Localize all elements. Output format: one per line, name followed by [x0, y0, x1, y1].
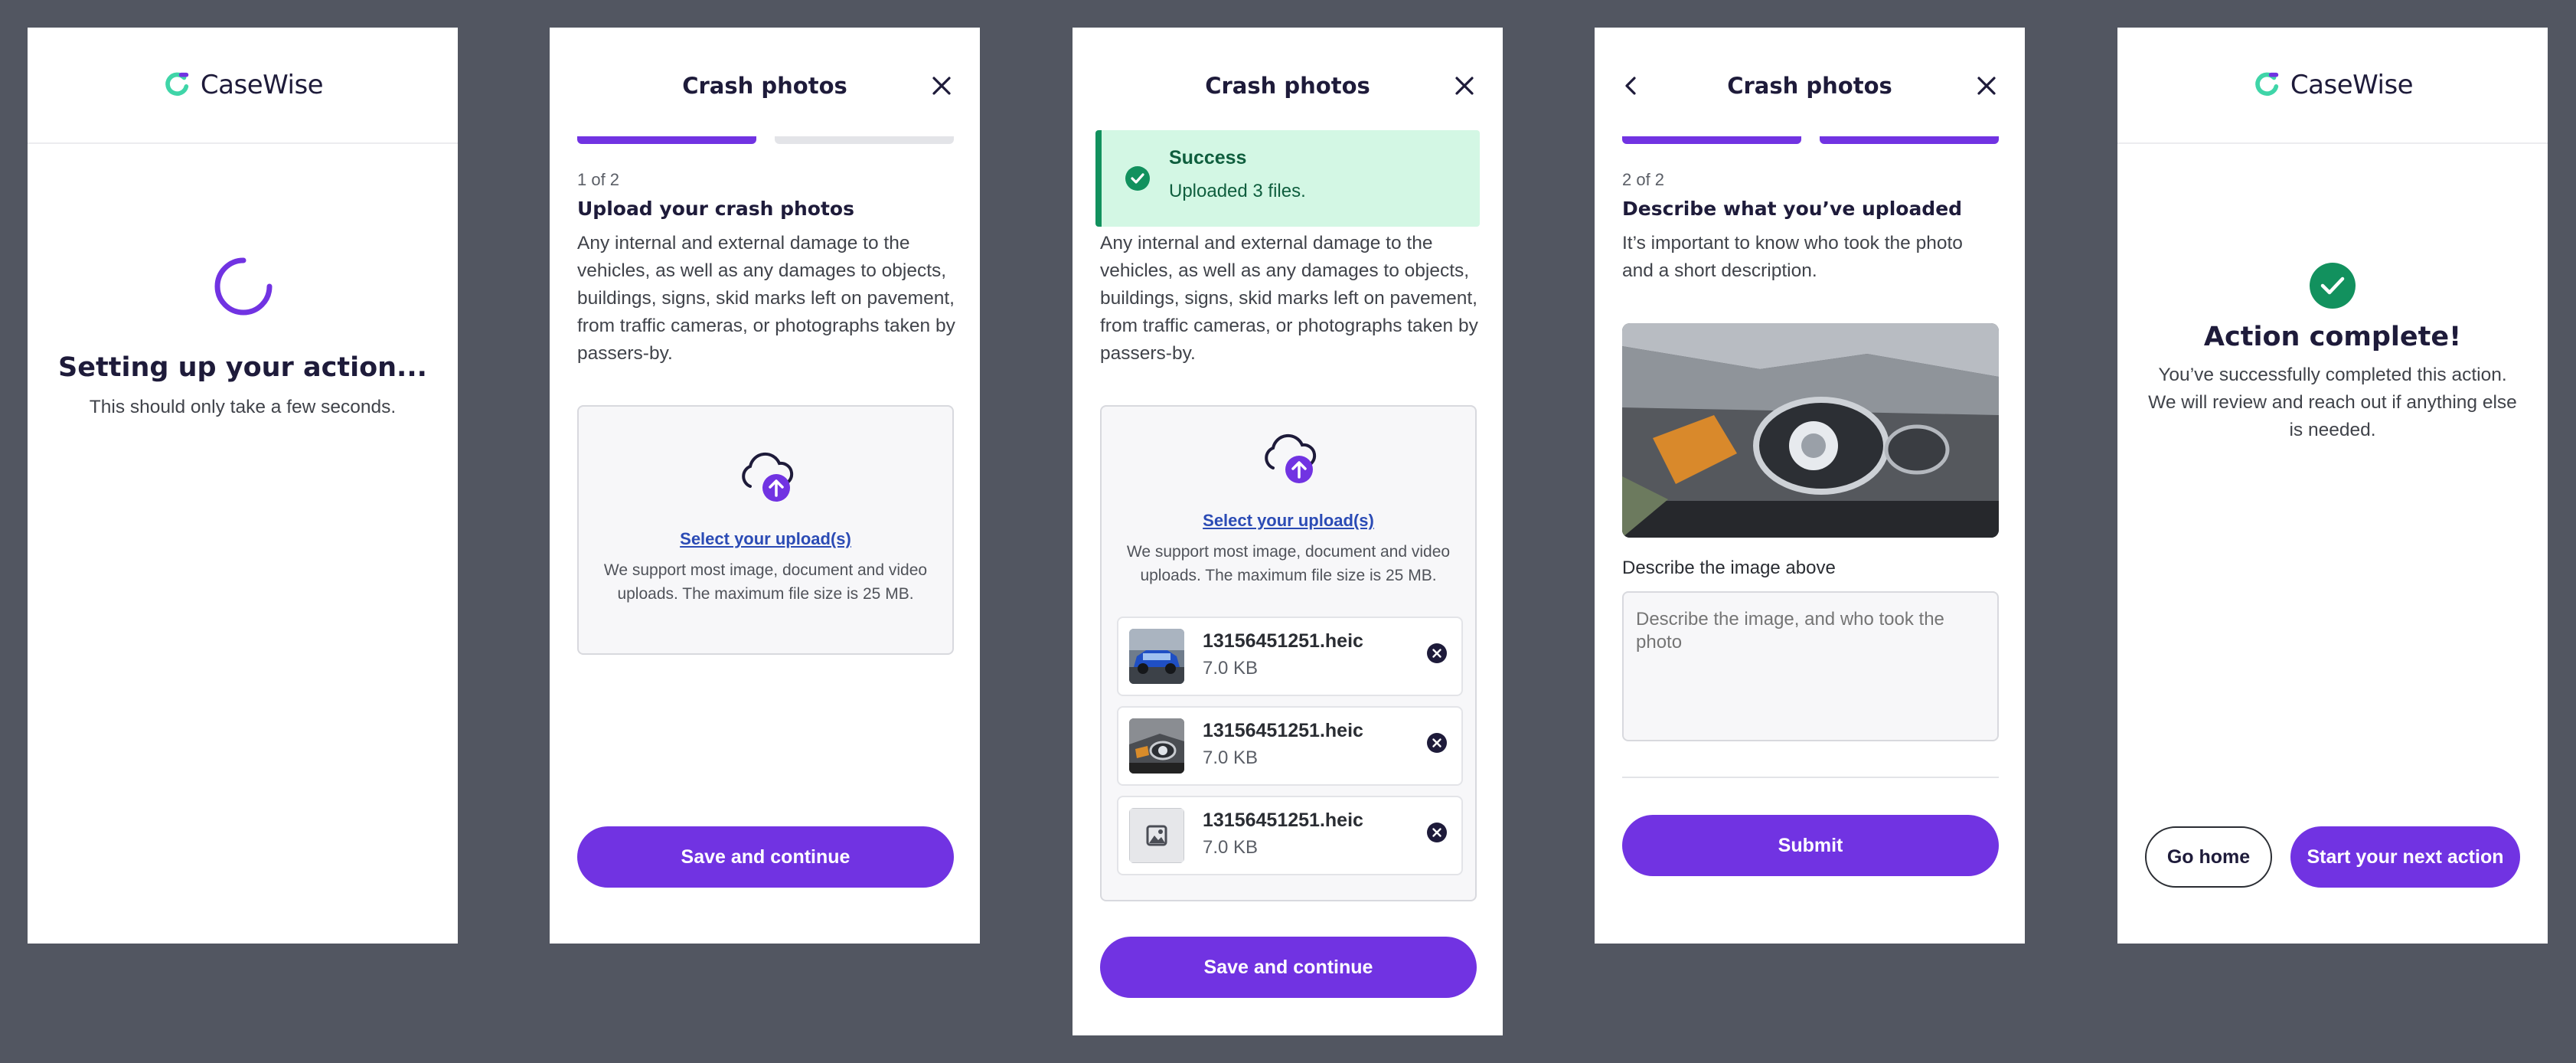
submit-button[interactable]: Submit	[1622, 815, 1999, 876]
image-description-textarea[interactable]	[1622, 591, 1999, 741]
progress-step-1	[1622, 136, 1801, 144]
progress-step-2	[1820, 136, 1999, 144]
app-header: CaseWise	[2117, 28, 2548, 144]
upload-dropzone[interactable]: Select your upload(s) We support most im…	[577, 405, 954, 655]
upload-screen: Crash photos 1 of 2 Upload your crash ph…	[550, 28, 980, 944]
description-field-label: Describe the image above	[1622, 558, 1836, 578]
complete-message: You’ve successfully completed this actio…	[2148, 365, 2517, 440]
image-placeholder-icon	[1129, 808, 1184, 863]
section-heading: Upload your crash photos	[577, 198, 854, 220]
success-banner: Success Uploaded 3 files.	[1095, 130, 1480, 227]
header-title: Crash photos	[1205, 73, 1370, 99]
progress-step-1	[577, 136, 756, 144]
go-home-button[interactable]: Go home	[2145, 826, 2272, 888]
loading-subtitle: This should only take a few seconds.	[89, 397, 397, 417]
file-item: 13156451251.heic 7.0 KB	[1117, 706, 1463, 786]
upload-dropzone[interactable]: Select your upload(s) We support most im…	[1100, 405, 1477, 901]
loading-screen: CaseWise Setting up your action... This …	[28, 28, 458, 944]
casewise-logo-icon	[165, 72, 189, 96]
upload-help-text: We support most image, document and vide…	[603, 561, 928, 603]
complete-title: Action complete!	[2203, 322, 2462, 352]
cloud-upload-icon	[742, 452, 794, 502]
file-item: 13156451251.heic 7.0 KB	[1117, 796, 1463, 875]
file-name: 13156451251.heic	[1203, 720, 1363, 741]
step-indicator: 2 of 2	[1622, 170, 1665, 189]
crash-photo-preview	[1622, 323, 1999, 538]
loading-spinner-icon	[214, 257, 273, 316]
close-icon[interactable]	[1451, 72, 1478, 100]
remove-file-icon[interactable]	[1426, 732, 1448, 754]
divider	[1622, 777, 1999, 778]
casewise-logo-icon	[2255, 72, 2279, 96]
file-size: 7.0 KB	[1203, 837, 1259, 858]
header-title: Crash photos	[1727, 73, 1892, 99]
success-check-icon	[2310, 263, 2356, 309]
section-description: It’s important to know who took the phot…	[1622, 233, 1963, 281]
blue-car-photo	[1129, 629, 1184, 684]
brand-name: CaseWise	[200, 70, 324, 100]
uploaded-screen: Crash photos Success Uploaded 3 files. A…	[1073, 28, 1503, 1035]
modal-header: Crash photos	[1595, 28, 2025, 144]
section-description: Any internal and external damage to the …	[577, 233, 955, 364]
close-icon[interactable]	[1973, 72, 2000, 100]
progress-step-2	[775, 136, 954, 144]
section-heading: Describe what you’ve uploaded	[1622, 198, 1963, 220]
file-name: 13156451251.heic	[1203, 630, 1363, 652]
select-uploads-link[interactable]: Select your upload(s)	[579, 529, 952, 549]
file-name: 13156451251.heic	[1203, 810, 1363, 831]
remove-file-icon[interactable]	[1426, 643, 1448, 664]
close-icon[interactable]	[928, 72, 955, 100]
step-indicator: 1 of 2	[577, 170, 620, 189]
upload-help-text: We support most image, document and vide…	[1126, 543, 1451, 584]
crash-photo	[1129, 718, 1184, 774]
select-uploads-link[interactable]: Select your upload(s)	[1102, 511, 1475, 531]
save-and-continue-button[interactable]: Save and continue	[577, 826, 954, 888]
app-header: CaseWise	[28, 28, 458, 144]
file-size: 7.0 KB	[1203, 658, 1259, 679]
remove-file-icon[interactable]	[1426, 822, 1448, 843]
modal-header: Crash photos	[1073, 28, 1503, 144]
banner-title: Success	[1169, 147, 1247, 168]
complete-screen: CaseWise Action complete! You’ve success…	[2117, 28, 2548, 944]
check-circle-icon	[1125, 166, 1150, 191]
start-next-action-button[interactable]: Start your next action	[2290, 826, 2520, 888]
back-arrow-icon[interactable]	[1618, 72, 1645, 100]
brand-name: CaseWise	[2290, 70, 2414, 100]
modal-header: Crash photos	[550, 28, 980, 144]
file-item: 13156451251.heic 7.0 KB	[1117, 617, 1463, 696]
cloud-upload-icon	[1265, 433, 1317, 483]
describe-screen: Crash photos 2 of 2 Describe what you’ve…	[1595, 28, 2025, 944]
header-title: Crash photos	[682, 73, 847, 99]
loading-title: Setting up your action...	[58, 352, 427, 383]
banner-message: Uploaded 3 files.	[1169, 181, 1306, 201]
section-description: Any internal and external damage to the …	[1100, 233, 1478, 364]
save-and-continue-button[interactable]: Save and continue	[1100, 937, 1477, 998]
file-size: 7.0 KB	[1203, 747, 1259, 768]
